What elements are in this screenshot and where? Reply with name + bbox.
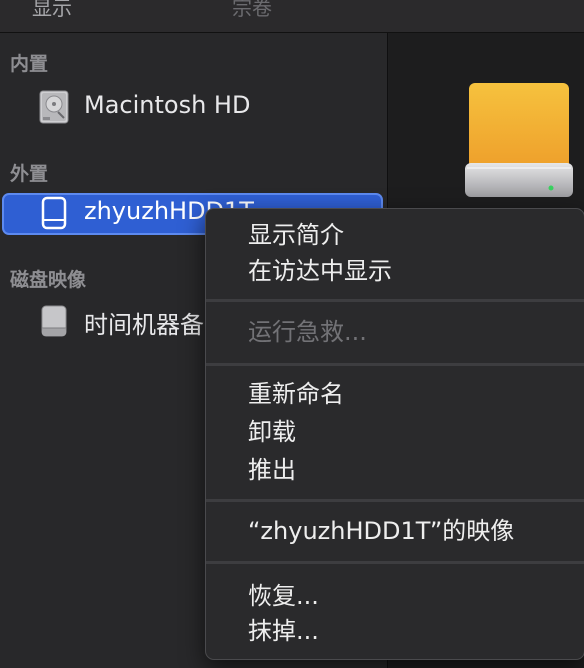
menu-separator (206, 499, 584, 502)
section-header-internal: 内置 (10, 53, 49, 75)
disk-utility-window: 显示 宗卷 内置 Macintosh HD 外置 zhyuzhHDD1T 磁盘映… (0, 0, 584, 668)
menu-item-unmount[interactable]: 卸载 (248, 415, 296, 449)
sidebar-item-label: 时间机器备 (84, 311, 204, 339)
menu-separator (206, 561, 584, 564)
menu-separator (206, 363, 584, 366)
section-header-disk-images: 磁盘映像 (10, 269, 87, 291)
menu-item-restore[interactable]: 恢复... (248, 579, 319, 613)
menu-item-show-in-finder[interactable]: 在访达中显示 (248, 254, 392, 288)
external-drive-large-icon (465, 83, 573, 197)
volume-button[interactable]: 宗卷 (232, 0, 272, 21)
menu-item-eject[interactable]: 推出 (248, 453, 296, 487)
sidebar-item-label: Macintosh HD (84, 91, 251, 119)
toolbar: 显示 宗卷 (0, 0, 584, 33)
menu-item-rename[interactable]: 重新命名 (248, 377, 344, 411)
sidebar-item-macintosh-hd[interactable]: Macintosh HD (0, 87, 388, 129)
context-menu: 显示简介 在访达中显示 运行急救... 重新命名 卸载 推出 “zhyuzhHD… (205, 208, 584, 660)
external-drive-icon (41, 196, 67, 230)
menu-item-erase[interactable]: 抹掉... (248, 614, 319, 648)
internal-hard-disk-icon (39, 90, 69, 124)
menu-item-get-info[interactable]: 显示简介 (248, 218, 344, 252)
menu-separator (206, 299, 584, 302)
menu-item-first-aid: 运行急救... (248, 318, 367, 346)
menu-item-image-from[interactable]: “zhyuzhHDD1T”的映像 (248, 514, 514, 548)
view-button[interactable]: 显示 (32, 0, 72, 21)
disk-image-icon (41, 305, 67, 337)
section-header-external: 外置 (10, 163, 49, 185)
